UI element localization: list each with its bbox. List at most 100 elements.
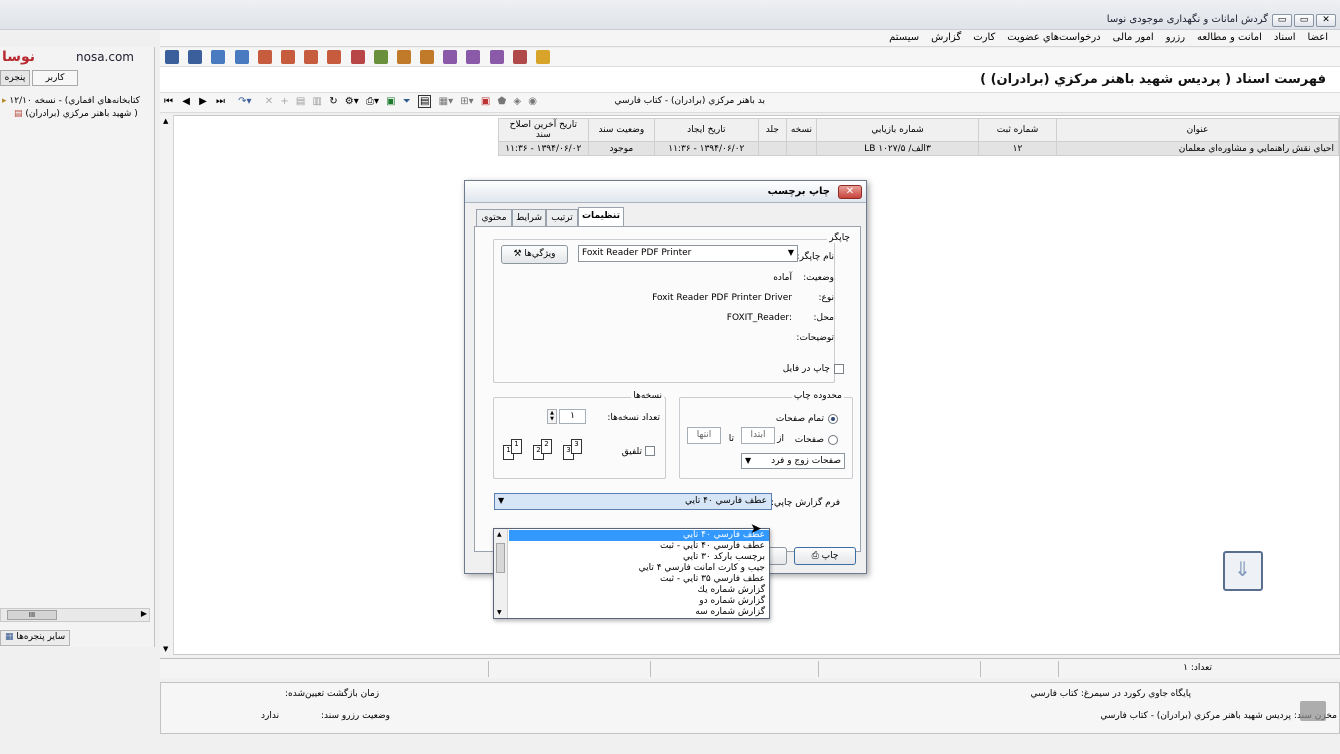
back-icon[interactable] (165, 50, 179, 64)
settings-icon[interactable]: ⚙▾ (345, 96, 359, 107)
maximize-button[interactable]: ▭ (1294, 14, 1314, 27)
card-icon[interactable] (443, 50, 458, 64)
jump-icon[interactable]: ↷▾ (238, 96, 251, 107)
print-button[interactable]: ⎙ چاپ (794, 547, 856, 565)
pause-icon[interactable] (1300, 701, 1326, 721)
circle-icon[interactable]: ◉ (528, 96, 537, 107)
menu-loans[interactable]: امانت و مطالعه (1191, 32, 1268, 43)
to-page-input[interactable]: انتها (687, 427, 721, 444)
menu-system[interactable]: سيستم (883, 32, 925, 43)
left-horizontal-scrollbar[interactable]: ▶ III (0, 608, 150, 622)
tab-order[interactable]: ترتيب (546, 209, 578, 227)
return-icon[interactable] (373, 50, 388, 64)
print-to-file-checkbox[interactable] (834, 364, 844, 374)
last-record-icon[interactable]: ⏭ (216, 96, 225, 107)
scroll-up-arrow-icon[interactable]: ▲ (163, 117, 168, 125)
delete-icon[interactable]: ✕ (265, 96, 273, 107)
dropdown-option[interactable]: برچسب باركد ۳۰ تايي (683, 552, 765, 563)
pages-radio[interactable] (828, 435, 838, 445)
edit-icon[interactable]: ▤ (296, 96, 305, 107)
col-reg-number[interactable]: شماره ثبت (978, 118, 1057, 142)
printer-name-select[interactable]: Foxit Reader PDF Printer ▼ (578, 245, 798, 262)
all-pages-radio[interactable] (828, 414, 838, 424)
menu-card[interactable]: كارت (967, 32, 1001, 43)
next-record-icon[interactable]: ▶ (199, 96, 207, 107)
tree-item-campus[interactable]: ▤ شهيد باهنر مركزي (برادران) ) (14, 109, 138, 119)
refresh-icon[interactable]: ↻ (329, 96, 337, 107)
grid-vertical-scrollbar[interactable]: ▲ ▼ (160, 115, 174, 655)
table-row[interactable]: احياي نقش راهنمايي و مشاوره‌اي معلمان ۱۲… (497, 141, 1339, 156)
tab-user[interactable]: كاربر (32, 70, 78, 86)
menu-documents[interactable]: اسناد (1268, 32, 1302, 43)
dropdown-option[interactable]: گزارش شماره يك (698, 585, 765, 596)
card-list-icon[interactable] (489, 50, 504, 64)
document-copy-icon[interactable] (327, 50, 342, 64)
menu-members[interactable]: اعضا (1302, 32, 1334, 43)
tab-window[interactable]: پنجره (0, 70, 30, 86)
reserve-icon[interactable] (396, 50, 411, 64)
card-print-icon[interactable] (466, 50, 481, 64)
minimize-button[interactable]: ▭ (1272, 14, 1292, 27)
properties-button[interactable]: ⚒ ويژگي‌ها (501, 245, 568, 264)
add-member-icon[interactable] (211, 50, 226, 64)
menu-finance[interactable]: امور مالی (1107, 32, 1160, 43)
diamond-icon[interactable]: ◈ (513, 96, 521, 107)
first-record-icon[interactable]: ⏮ (164, 96, 173, 107)
scroll-down-arrow-icon[interactable]: ▼ (497, 609, 502, 616)
odd-even-select[interactable]: صفحات زوج و فرد ▼ (741, 453, 845, 469)
dropdown-option[interactable]: گزارش شماره سه (695, 607, 765, 618)
copies-input[interactable]: ۱ (559, 409, 586, 424)
menu-reserve[interactable]: رزرو (1160, 32, 1191, 43)
col-modified[interactable]: تاريخ آخرين اصلاح سند (497, 118, 589, 142)
tab-content[interactable]: محتوي (476, 209, 512, 227)
col-call-number[interactable]: شماره بازيابي (816, 118, 979, 142)
dialog-close-button[interactable]: ✕ (838, 185, 862, 199)
excel-icon[interactable]: ▣ (386, 96, 395, 107)
dropdown-option[interactable]: عطف فارسي ۴۰ تايي (509, 530, 769, 541)
from-page-input[interactable]: ابتدا (741, 427, 775, 444)
tree-item-library[interactable]: ▸ كتابخانه‌هاي افماري) - نسخه ۱۲/۱۰ (2, 96, 140, 106)
calendar-icon[interactable] (512, 50, 527, 64)
columns-icon[interactable]: ▦▾ (439, 96, 453, 107)
col-status[interactable]: وضعيت سند (587, 118, 655, 142)
scroll-thumb[interactable]: III (7, 610, 57, 620)
document-icon[interactable] (257, 50, 272, 64)
menu-report[interactable]: گزارش (925, 32, 967, 43)
collate-checkbox[interactable] (645, 446, 655, 456)
other-windows-button[interactable]: ▦ ساير پنجره‌ها (0, 630, 71, 646)
scroll-down-overlay-button[interactable]: ⇓ (1223, 551, 1263, 591)
shield-icon[interactable]: ⬟ (498, 96, 507, 107)
tab-settings[interactable]: تنظيمات (578, 207, 624, 227)
menu-membership-requests[interactable]: درخواست‌هاي عضويت (1001, 32, 1106, 43)
scroll-down-arrow-icon[interactable]: ▼ (163, 645, 168, 653)
col-title[interactable]: عنوان (1056, 118, 1339, 142)
document-clock-icon[interactable] (304, 50, 319, 64)
report-icon[interactable]: ▣ (481, 96, 490, 107)
print-icon[interactable]: ⎙▾ (366, 96, 379, 107)
col-copy[interactable]: نسخه (785, 118, 818, 142)
dropdown-option[interactable]: عطف فارسي ۳۵ تايي - ثبت (660, 574, 765, 585)
reserve-list-icon[interactable] (420, 50, 435, 64)
search-icon[interactable] (536, 50, 550, 64)
forward-icon[interactable] (188, 50, 203, 64)
prev-record-icon[interactable]: ◀ (182, 96, 190, 107)
col-created[interactable]: تاريخ ايجاد (653, 118, 759, 142)
document-add-icon[interactable] (280, 50, 295, 64)
scroll-right-arrow-icon[interactable]: ▶ (141, 609, 147, 618)
col-volume[interactable]: جلد (757, 118, 787, 142)
dropdown-option[interactable]: جيب و كارت امانت فارسي ۴ تايي (639, 563, 765, 574)
filter-icon[interactable]: ⏷ (403, 96, 411, 107)
dropdown-scrollbar[interactable]: ▲ ▼ (494, 529, 508, 618)
label-print-icon[interactable]: ▤ (417, 95, 432, 108)
tab-conditions[interactable]: شرايط (512, 209, 546, 227)
scroll-up-arrow-icon[interactable]: ▲ (497, 531, 502, 538)
add-icon[interactable]: + (280, 96, 288, 107)
edit-member-icon[interactable] (234, 50, 249, 64)
dropdown-scroll-thumb[interactable] (496, 543, 505, 573)
report-form-dropdown[interactable]: ▲ ▼ عطف فارسي ۴۰ تايي عطف فارسي ۴۰ تايي … (493, 528, 770, 619)
loan-icon[interactable] (350, 50, 365, 64)
dropdown-option[interactable]: عطف فارسي ۴۰ تايي - ثبت (660, 541, 765, 552)
tag-icon[interactable]: ⊞▾ (460, 96, 473, 107)
copy-icon[interactable]: ▥ (313, 96, 322, 107)
copies-stepper[interactable]: ▲ ▼ (547, 409, 557, 424)
